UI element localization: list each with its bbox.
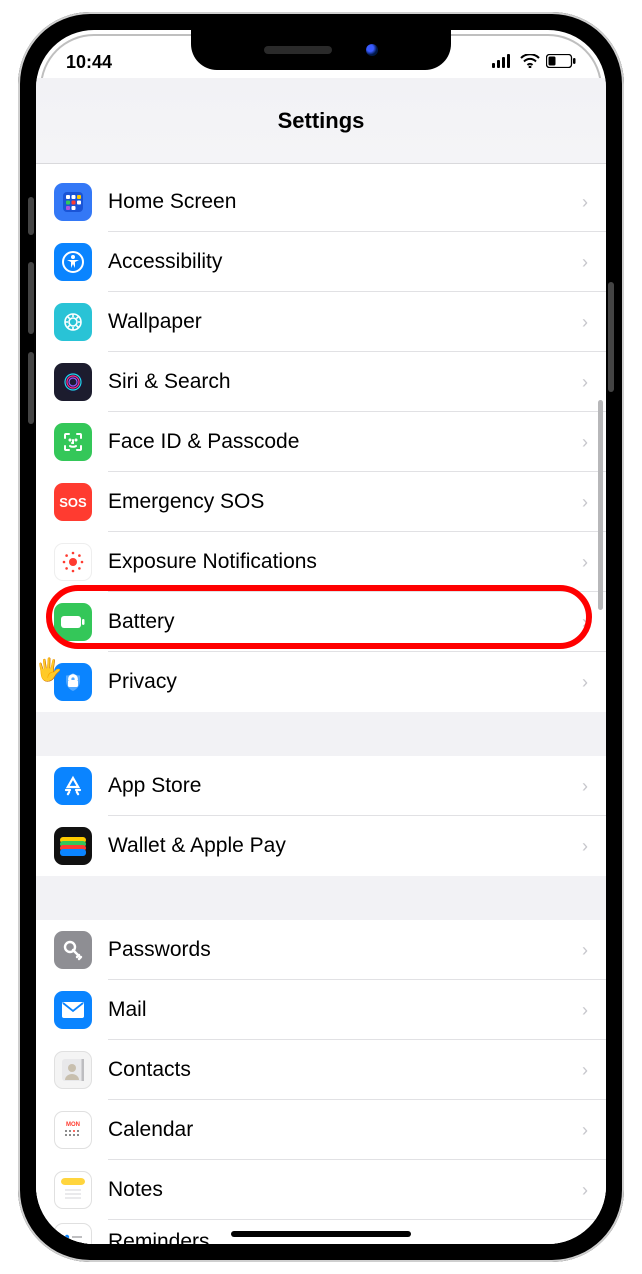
settings-row-home-screen[interactable]: Home Screen › bbox=[36, 172, 606, 232]
settings-row-passwords[interactable]: Passwords › bbox=[36, 920, 606, 980]
settings-group: Passwords › Mail › Contacts › MON Calend… bbox=[36, 920, 606, 1244]
chevron-right-icon: › bbox=[582, 1232, 588, 1245]
chevron-right-icon: › bbox=[582, 1060, 588, 1081]
settings-row-notes[interactable]: Notes › bbox=[36, 1160, 606, 1220]
settings-row-battery[interactable]: Battery › bbox=[36, 592, 606, 652]
settings-row-label: Passwords bbox=[108, 938, 582, 962]
speaker-grille bbox=[264, 46, 332, 54]
settings-row-app-store[interactable]: App Store › bbox=[36, 756, 606, 816]
settings-row-siri[interactable]: Siri & Search › bbox=[36, 352, 606, 412]
privacy-icon: 🖐 bbox=[54, 663, 92, 701]
reminders-icon bbox=[54, 1223, 92, 1244]
chevron-right-icon: › bbox=[582, 1000, 588, 1021]
app-store-icon bbox=[54, 767, 92, 805]
group-separator bbox=[36, 876, 606, 920]
scroll-indicator bbox=[598, 400, 603, 610]
screen: 10:44 Settings Home Screen bbox=[36, 30, 606, 1244]
settings-row-wallet[interactable]: Wallet & Apple Pay › bbox=[36, 816, 606, 876]
settings-row-label: Notes bbox=[108, 1178, 582, 1202]
settings-row-label: Emergency SOS bbox=[108, 490, 582, 514]
settings-row-emergency-sos[interactable]: SOS Emergency SOS › bbox=[36, 472, 606, 532]
face-id-icon bbox=[54, 423, 92, 461]
volume-down-button[interactable] bbox=[28, 352, 34, 424]
settings-row-exposure[interactable]: Exposure Notifications › bbox=[36, 532, 606, 592]
cellular-signal-icon bbox=[492, 52, 514, 73]
chevron-right-icon: › bbox=[582, 836, 588, 857]
chevron-right-icon: › bbox=[582, 940, 588, 961]
home-indicator[interactable] bbox=[231, 1231, 411, 1237]
settings-row-label: Battery bbox=[108, 610, 582, 634]
group-separator bbox=[36, 712, 606, 756]
settings-row-accessibility[interactable]: Accessibility › bbox=[36, 232, 606, 292]
page-title: Settings bbox=[278, 108, 365, 134]
chevron-right-icon: › bbox=[582, 192, 588, 213]
settings-row-contacts[interactable]: Contacts › bbox=[36, 1040, 606, 1100]
chevron-right-icon: › bbox=[582, 552, 588, 573]
power-button[interactable] bbox=[608, 282, 614, 392]
battery-status-icon bbox=[546, 52, 576, 73]
chevron-right-icon: › bbox=[582, 492, 588, 513]
siri-icon bbox=[54, 363, 92, 401]
settings-list[interactable]: Home Screen › Accessibility › Wallpaper … bbox=[36, 164, 606, 1244]
status-time: 10:44 bbox=[66, 52, 112, 73]
display-notch bbox=[191, 30, 451, 70]
navigation-bar: Settings bbox=[36, 78, 606, 164]
settings-row-face-id[interactable]: Face ID & Passcode › bbox=[36, 412, 606, 472]
home-screen-icon bbox=[54, 183, 92, 221]
wallet-icon bbox=[54, 827, 92, 865]
settings-row-label: Calendar bbox=[108, 1118, 582, 1142]
chevron-right-icon: › bbox=[582, 312, 588, 333]
settings-row-label: Exposure Notifications bbox=[108, 550, 582, 574]
chevron-right-icon: › bbox=[582, 1180, 588, 1201]
settings-row-label: Face ID & Passcode bbox=[108, 430, 582, 454]
settings-row-privacy[interactable]: 🖐 Privacy › bbox=[36, 652, 606, 712]
settings-group: App Store › Wallet & Apple Pay › bbox=[36, 756, 606, 876]
settings-row-label: Contacts bbox=[108, 1058, 582, 1082]
settings-row-label: Privacy bbox=[108, 670, 582, 694]
sos-icon: SOS bbox=[54, 483, 92, 521]
exposure-icon bbox=[54, 543, 92, 581]
wallpaper-icon bbox=[54, 303, 92, 341]
chevron-right-icon: › bbox=[582, 252, 588, 273]
mail-icon bbox=[54, 991, 92, 1029]
chevron-right-icon: › bbox=[582, 1120, 588, 1141]
settings-row-wallpaper[interactable]: Wallpaper › bbox=[36, 292, 606, 352]
mute-switch[interactable] bbox=[28, 197, 34, 235]
settings-row-label: Home Screen bbox=[108, 190, 582, 214]
settings-row-label: Mail bbox=[108, 998, 582, 1022]
settings-row-calendar[interactable]: MON Calendar › bbox=[36, 1100, 606, 1160]
contacts-icon bbox=[54, 1051, 92, 1089]
chevron-right-icon: › bbox=[582, 432, 588, 453]
settings-row-label: Accessibility bbox=[108, 250, 582, 274]
settings-group: Home Screen › Accessibility › Wallpaper … bbox=[36, 164, 606, 712]
settings-row-label: App Store bbox=[108, 774, 582, 798]
wifi-icon bbox=[520, 52, 540, 73]
chevron-right-icon: › bbox=[582, 372, 588, 393]
chevron-right-icon: › bbox=[582, 776, 588, 797]
phone-frame: 10:44 Settings Home Screen bbox=[18, 12, 624, 1262]
notes-icon bbox=[54, 1171, 92, 1209]
volume-up-button[interactable] bbox=[28, 262, 34, 334]
front-camera bbox=[366, 44, 378, 56]
settings-row-label: Wallpaper bbox=[108, 310, 582, 334]
settings-row-label: Siri & Search bbox=[108, 370, 582, 394]
svg-text:MON: MON bbox=[66, 1122, 80, 1128]
settings-row-mail[interactable]: Mail › bbox=[36, 980, 606, 1040]
chevron-right-icon: › bbox=[582, 612, 588, 633]
passwords-icon bbox=[54, 931, 92, 969]
accessibility-icon bbox=[54, 243, 92, 281]
chevron-right-icon: › bbox=[582, 672, 588, 693]
battery-icon bbox=[54, 603, 92, 641]
settings-row-label: Wallet & Apple Pay bbox=[108, 834, 582, 858]
calendar-icon: MON bbox=[54, 1111, 92, 1149]
